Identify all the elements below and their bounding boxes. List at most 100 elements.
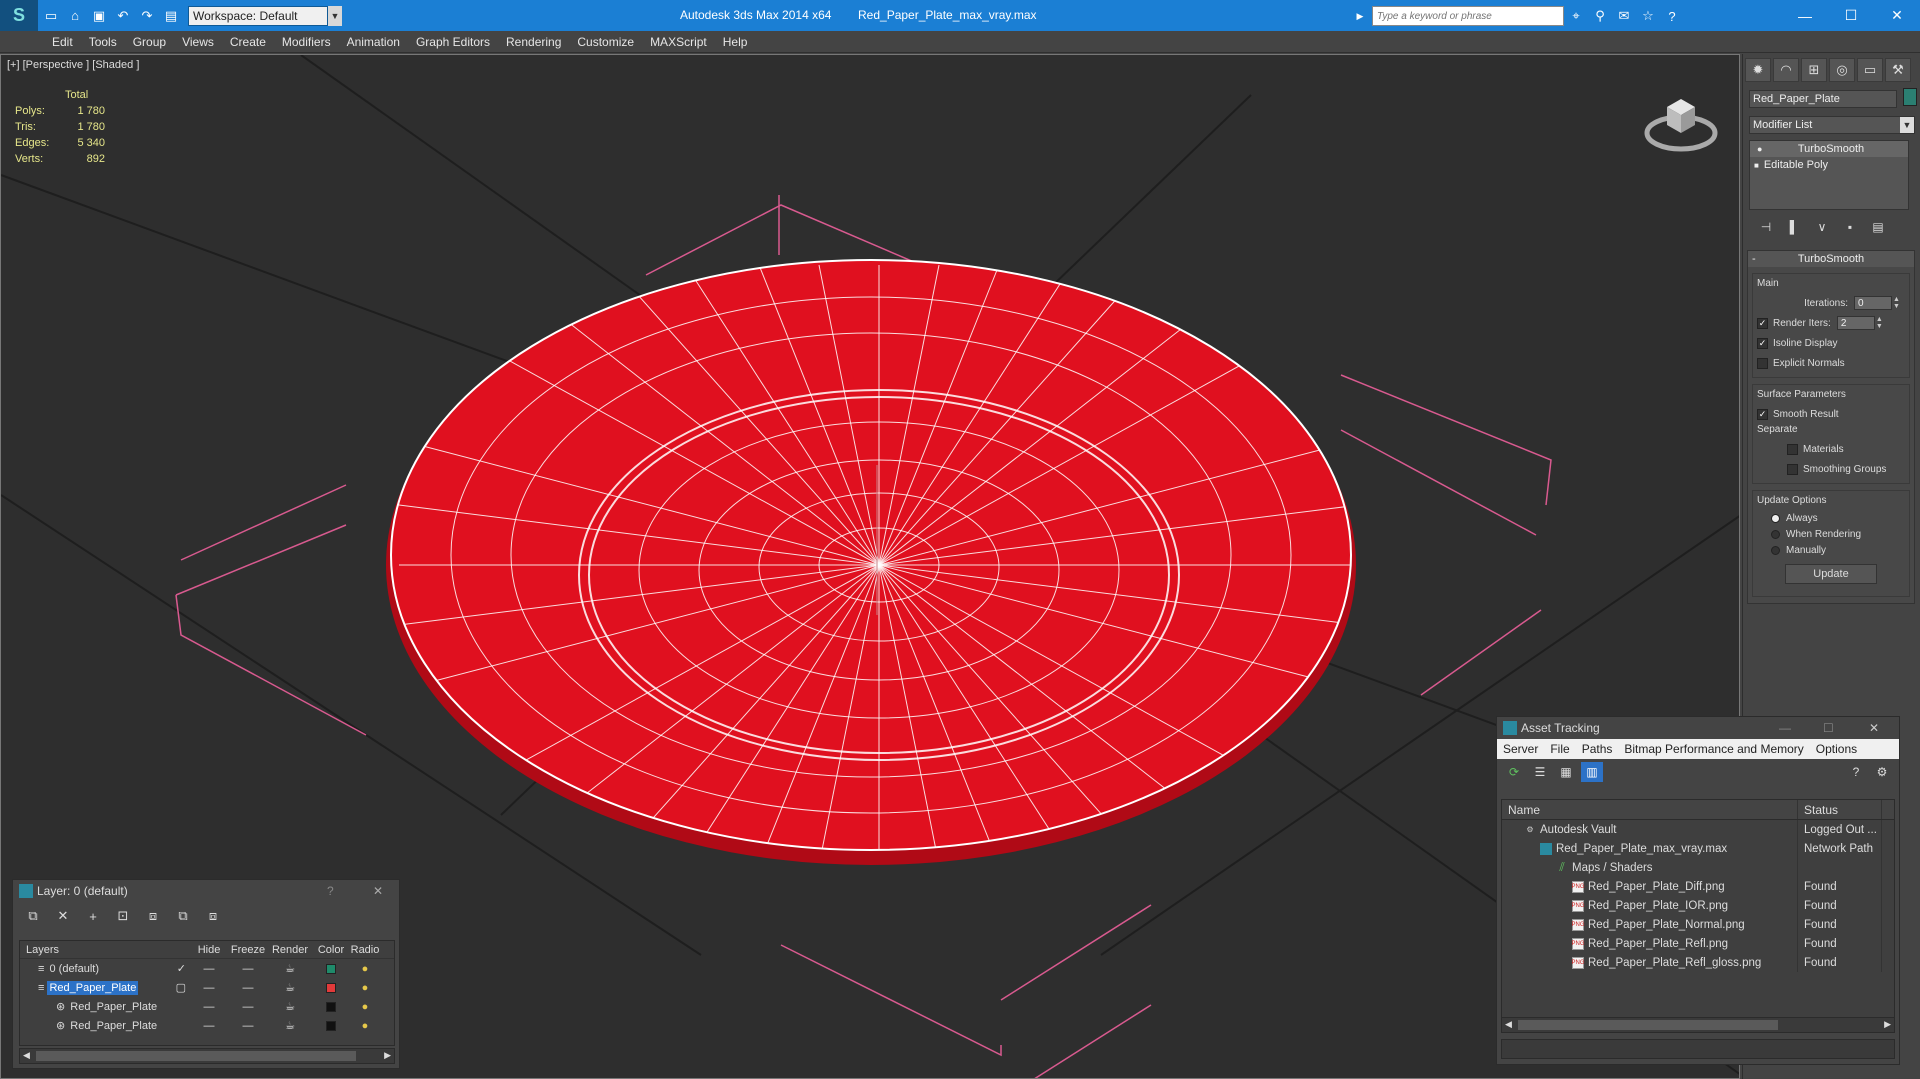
scroll-thumb[interactable]	[36, 1051, 356, 1061]
freeze-toggle[interactable]: —	[228, 982, 268, 994]
make-unique-icon[interactable]: ∨	[1813, 218, 1831, 236]
object-name-field[interactable]: Red_Paper_Plate	[1749, 90, 1897, 108]
subscription-icon[interactable]: ⚲	[1588, 6, 1612, 26]
explicit-normals-checkbox[interactable]	[1757, 357, 1768, 369]
asset-menu-file[interactable]: File	[1550, 742, 1569, 756]
show-end-result-icon[interactable]: ▌	[1785, 218, 1803, 236]
undo-icon[interactable]: ↶	[112, 5, 134, 27]
add-to-layer-icon[interactable]: +	[81, 906, 105, 926]
configure-sets-icon[interactable]: ▤	[1869, 218, 1887, 236]
close-icon[interactable]: ✕	[373, 884, 383, 898]
spinner-arrows-icon[interactable]: ▲ ▼	[1893, 296, 1901, 310]
asset-menu-bitmap[interactable]: Bitmap Performance and Memory	[1624, 742, 1803, 756]
app-menu-button[interactable]: S	[0, 0, 38, 31]
modifier-list-dropdown[interactable]: Modifier List ▼	[1749, 116, 1915, 134]
radiosity-icon[interactable]: ●	[350, 1020, 380, 1032]
menu-group[interactable]: Group	[133, 35, 166, 49]
search-input[interactable]	[1372, 6, 1564, 26]
favorites-star-icon[interactable]: ☆	[1636, 6, 1660, 26]
asset-row[interactable]: PNG Red_Paper_Plate_IOR.png Found	[1502, 896, 1894, 915]
close-button[interactable]: ✕	[1874, 0, 1920, 31]
motion-tab-icon[interactable]: ◎	[1829, 58, 1855, 82]
maximize-button[interactable]: ☐	[1828, 0, 1874, 31]
modify-tab-icon[interactable]: ◠	[1773, 58, 1799, 82]
menu-customize[interactable]: Customize	[577, 35, 634, 49]
hide-toggle[interactable]: —	[190, 1020, 228, 1032]
layer-row[interactable]: ≡ 0 (default) ✓ — — ☕ ●	[20, 959, 394, 978]
menu-help[interactable]: Help	[723, 35, 748, 49]
object-color-swatch[interactable]	[1903, 88, 1917, 106]
scroll-right-icon[interactable]: ▶	[384, 1050, 391, 1061]
manually-radio[interactable]	[1771, 545, 1780, 555]
expand-icon[interactable]: ■	[1754, 161, 1759, 170]
layer-color-swatch[interactable]	[326, 963, 336, 974]
menu-rendering[interactable]: Rendering	[506, 35, 561, 49]
layer-color-swatch[interactable]	[326, 982, 336, 993]
layer-row[interactable]: ⊛ Red_Paper_Plate — — ☕ ●	[20, 997, 394, 1016]
lightbulb-icon[interactable]: ●	[1757, 144, 1762, 154]
create-tab-icon[interactable]: ✹	[1745, 58, 1771, 82]
set-current-layer-icon[interactable]: ⧉	[171, 906, 195, 926]
stack-item-turbosmooth[interactable]: ● TurboSmooth	[1750, 141, 1908, 157]
always-radio[interactable]	[1771, 513, 1780, 523]
maximize-icon[interactable]: ☐	[1823, 721, 1834, 735]
hide-toggle[interactable]: —	[190, 982, 228, 994]
layer-color-swatch[interactable]	[326, 1001, 336, 1012]
asset-row[interactable]: Red_Paper_Plate_max_vray.max Network Pat…	[1502, 839, 1894, 858]
menu-animation[interactable]: Animation	[347, 35, 400, 49]
set-current-box-icon[interactable]: ▢	[176, 981, 186, 994]
hide-toggle[interactable]: —	[190, 1001, 228, 1013]
layer-object-name[interactable]: Red_Paper_Plate	[68, 1019, 159, 1033]
asset-menu-server[interactable]: Server	[1503, 742, 1538, 756]
workspace-dropdown[interactable]: Workspace: Default	[188, 5, 328, 26]
viewcube-icon[interactable]	[1641, 85, 1721, 155]
column-header[interactable]: Hide	[190, 944, 228, 956]
layer-row[interactable]: ≡ Red_Paper_Plate ▢ — — ☕ ●	[20, 978, 394, 997]
smooth-result-checkbox[interactable]: ✓	[1757, 408, 1768, 420]
render-iters-checkbox[interactable]: ✓	[1757, 317, 1768, 329]
hierarchy-tab-icon[interactable]: ⊞	[1801, 58, 1827, 82]
asset-row[interactable]: PNG Red_Paper_Plate_Normal.png Found	[1502, 915, 1894, 934]
radiosity-icon[interactable]: ●	[350, 982, 380, 994]
communication-icon[interactable]: ✉	[1612, 6, 1636, 26]
menu-edit[interactable]: Edit	[52, 35, 73, 49]
asset-row[interactable]: ⚙ Autodesk Vault Logged Out ...	[1502, 820, 1894, 839]
radiosity-icon[interactable]: ●	[350, 963, 380, 975]
help-icon[interactable]: ?	[1845, 762, 1867, 782]
open-file-icon[interactable]: ⌂	[64, 5, 86, 27]
stack-item-editable-poly[interactable]: ■ Editable Poly	[1750, 157, 1908, 173]
help-icon[interactable]: ?	[327, 884, 334, 898]
layer-horizontal-scrollbar[interactable]: ◀ ▶	[19, 1048, 395, 1064]
layer-color-swatch[interactable]	[326, 1020, 336, 1031]
render-iters-spinner[interactable]: 2	[1836, 316, 1875, 330]
layer-object-name[interactable]: Red_Paper_Plate	[68, 1000, 159, 1014]
isoline-checkbox[interactable]: ✓	[1757, 337, 1768, 349]
display-tab-icon[interactable]: ▭	[1857, 58, 1883, 82]
hide-toggle[interactable]: —	[190, 963, 228, 975]
new-file-icon[interactable]: ▭	[40, 5, 62, 27]
freeze-toggle[interactable]: —	[228, 1001, 268, 1013]
smoothing-groups-checkbox[interactable]	[1787, 463, 1798, 475]
minimize-icon[interactable]: —	[1779, 721, 1791, 735]
remove-modifier-icon[interactable]: ▪	[1841, 218, 1859, 236]
chevron-down-icon[interactable]: ▼	[1900, 117, 1914, 133]
create-layer-icon[interactable]: ⧉	[21, 906, 45, 926]
scroll-left-icon[interactable]: ◀	[23, 1050, 30, 1061]
render-teapot-icon[interactable]: ☕	[268, 1000, 312, 1013]
asset-menu-options[interactable]: Options	[1816, 742, 1857, 756]
materials-checkbox[interactable]	[1787, 443, 1798, 455]
scroll-thumb[interactable]	[1518, 1020, 1778, 1030]
column-header[interactable]: Render	[268, 944, 312, 956]
layer-dialog-titlebar[interactable]: Layer: 0 (default) ? ✕	[13, 880, 399, 902]
project-folder-icon[interactable]: ▤	[160, 5, 182, 27]
column-header[interactable]: Status	[1798, 800, 1882, 819]
asset-horizontal-scrollbar[interactable]: ◀ ▶	[1501, 1017, 1895, 1033]
search-expand-icon[interactable]: ▶	[1348, 6, 1372, 26]
list-view-icon[interactable]: ☰	[1529, 762, 1551, 782]
rollout-header[interactable]: - TurboSmooth	[1748, 251, 1914, 267]
column-header[interactable]: Freeze	[228, 944, 268, 956]
layer-row[interactable]: ⊛ Red_Paper_Plate — — ☕ ●	[20, 1016, 394, 1035]
chevron-down-icon[interactable]: ▼	[328, 5, 342, 26]
spinner-arrows-icon[interactable]: ▲ ▼	[1876, 316, 1884, 330]
column-header[interactable]: Layers	[20, 944, 190, 956]
